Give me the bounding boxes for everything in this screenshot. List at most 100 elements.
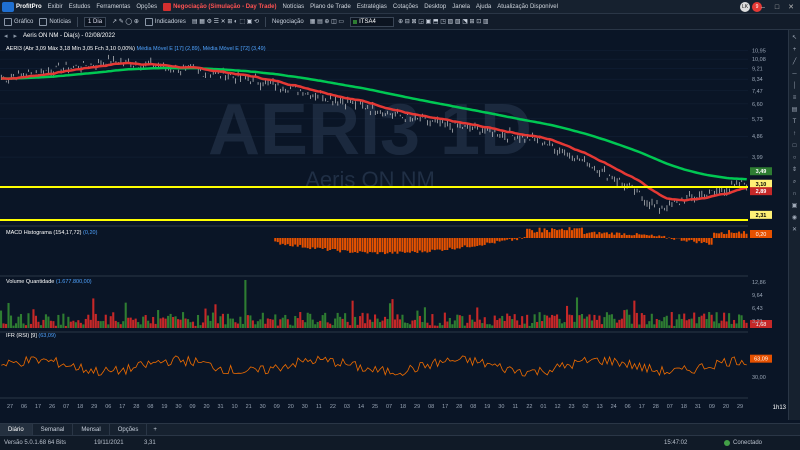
menu-exibir[interactable]: Exibir — [48, 4, 63, 10]
menu-noticias[interactable]: Notícias — [282, 4, 304, 10]
arrow-icon[interactable]: ↑ — [791, 130, 799, 138]
tb-grafico-button[interactable]: Gráfico — [4, 17, 33, 26]
menu-janela[interactable]: Janela — [452, 4, 470, 10]
macd-bar — [521, 238, 524, 239]
time-tick-label: 20 — [723, 404, 729, 408]
close-icon[interactable]: ✕ — [786, 2, 796, 12]
trade-tools[interactable]: ▦ ▤ ⊕ ◫ ▭ — [310, 18, 344, 25]
channel-icon[interactable]: ≡ — [791, 94, 799, 102]
volume-bar — [339, 316, 342, 328]
eye-icon[interactable]: ◉ — [791, 214, 799, 222]
tab-mensal[interactable]: Mensal — [73, 423, 110, 436]
menu-cotacoes[interactable]: Cotações — [393, 4, 418, 10]
volume-bar — [703, 313, 706, 328]
time-tick-label: 08 — [428, 404, 434, 408]
menu-atualizacao[interactable]: Atualização Disponível — [497, 4, 558, 10]
nav-left-icon[interactable]: ◂ — [4, 32, 8, 40]
volume-bar — [695, 323, 698, 328]
macd-bar — [693, 238, 696, 242]
macd-bar — [710, 238, 713, 245]
right-sidebar: ↖ + ╱ ─ │ ≡ ▤ T ↑ □ ○ ⇕ ⌕ ∩ ▣ ◉ ✕ — [788, 30, 800, 420]
chart-tools[interactable]: ▤ ▦ ⚙ ☰ ✕ ⊞ ◐ ⬚ ▣ ⟲ — [192, 18, 259, 25]
asset-input[interactable]: ITSA4 — [350, 16, 395, 27]
price-tick-label: 9,21 — [752, 67, 763, 73]
time-tick-label: 07 — [63, 404, 69, 408]
menu-opcoes[interactable]: Opções — [136, 4, 157, 10]
volume-bar — [660, 321, 663, 328]
zoom-icon[interactable]: ⌕ — [791, 178, 799, 186]
cursor-icon[interactable]: ↖ — [791, 34, 799, 42]
add-tab-button[interactable]: + — [147, 427, 163, 433]
trendline-icon[interactable]: ╱ — [791, 58, 799, 66]
macd-bar — [461, 238, 464, 248]
measure-icon[interactable]: ⇕ — [791, 166, 799, 174]
time-tick-label: 06 — [105, 404, 111, 408]
tab-diario[interactable]: Diário — [0, 423, 33, 436]
macd-badge-label: 0,20 — [756, 232, 767, 238]
macd-bar — [503, 238, 506, 241]
macd-bar — [321, 238, 324, 249]
draw-tools[interactable]: ↗ ✎ ◯ ⊕ — [112, 18, 139, 25]
macd-bar — [473, 238, 476, 247]
ellipse-icon[interactable]: ○ — [791, 154, 799, 162]
macd-bar — [456, 238, 459, 249]
volume-bar — [398, 319, 402, 328]
macd-bar — [673, 238, 676, 240]
volume-bar — [615, 322, 618, 328]
hline-icon[interactable]: ─ — [791, 70, 799, 78]
minimize-icon[interactable]: – — [758, 2, 768, 12]
volume-bar — [209, 320, 212, 328]
tab-semanal[interactable]: Semanal — [33, 423, 74, 436]
price-badge-label: 3,10 — [756, 182, 767, 188]
macd-bar — [623, 233, 626, 238]
volume-bar — [578, 315, 581, 328]
time-tick-label: 13 — [597, 404, 603, 408]
period-select[interactable]: 1 Dia — [84, 16, 107, 27]
volume-bar — [423, 307, 426, 328]
macd-bar — [281, 238, 284, 244]
trash-icon[interactable]: ✕ — [791, 226, 799, 234]
volume-bar — [67, 316, 70, 328]
menu-estudos[interactable]: Estudos — [69, 4, 91, 10]
volume-bar — [501, 315, 504, 328]
lock-icon[interactable]: ▣ — [791, 202, 799, 210]
volume-bar — [276, 325, 279, 328]
negociacao-button[interactable]: Negociação — [272, 19, 304, 25]
crosshair-icon[interactable]: + — [791, 46, 799, 54]
volume-bar — [321, 315, 324, 328]
asset-tools[interactable]: ⊕ ⊟ ⊠ ◲ ▣ ⬒ ◳ ▨ ▧ ⬔ ⊞ ⊡ ▥ — [398, 18, 489, 25]
menu-ajuda[interactable]: Ajuda — [476, 4, 491, 10]
tab-opcoes[interactable]: Opções — [110, 423, 148, 436]
price-badge-label: 3,49 — [756, 169, 767, 175]
indicadores-button[interactable]: Indicadores — [144, 17, 186, 26]
volume-bar — [256, 321, 259, 328]
vline-icon[interactable]: │ — [791, 82, 799, 90]
volume-bar — [590, 320, 594, 328]
macd-bar — [720, 232, 723, 238]
nav-right-icon[interactable]: ▸ — [14, 32, 18, 40]
maximize-icon[interactable]: □ — [772, 2, 782, 12]
magnet-icon[interactable]: ∩ — [791, 190, 799, 198]
macd-bar — [403, 238, 406, 253]
macd-bar — [356, 238, 359, 253]
menu-desktop[interactable]: Desktop — [424, 4, 446, 10]
fibo-icon[interactable]: ▤ — [791, 106, 799, 114]
time-tick-label: 19 — [484, 404, 490, 408]
macd-bar — [306, 238, 309, 249]
chart-area[interactable]: AERI3 1D Aeris ON NM 10,9510,089,218,347… — [0, 42, 800, 408]
volume-bar — [279, 319, 282, 328]
menu-plano-trade[interactable]: Plano de Trade — [310, 4, 351, 10]
volume-bar — [62, 313, 65, 328]
text-icon[interactable]: T — [791, 118, 799, 126]
menu-negociacao[interactable]: Negociação (Simulação - Day Trade) — [173, 4, 276, 10]
menu-estrategias[interactable]: Estratégias — [357, 4, 387, 10]
volume-bar — [291, 325, 294, 328]
menu-ferramentas[interactable]: Ferramentas — [96, 4, 130, 10]
tb-noticias-button[interactable]: Notícias — [39, 17, 71, 26]
volume-bar — [546, 315, 549, 328]
rect-icon[interactable]: □ — [791, 142, 799, 150]
volume-bar — [643, 314, 646, 328]
volume-bar — [249, 315, 252, 328]
avatar[interactable]: LK — [740, 2, 750, 12]
time-tick-label: 10 — [232, 404, 238, 408]
